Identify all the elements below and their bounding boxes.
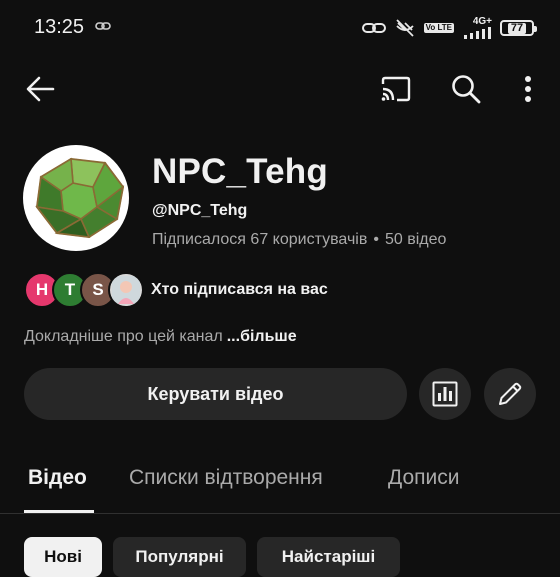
more-vertical-icon	[525, 76, 531, 102]
channel-avatar[interactable]	[23, 145, 129, 251]
link-icon	[95, 22, 111, 30]
tab-playlists[interactable]: Списки відтворення	[129, 466, 323, 490]
status-indicators: Vo LTE 4G+ 77	[361, 14, 537, 42]
vibrate-off-icon	[395, 19, 414, 37]
cast-button[interactable]	[374, 67, 418, 111]
channel-name: NPC_Tehg	[152, 152, 328, 191]
tabs-divider	[0, 513, 560, 514]
chip-popular[interactable]: Популярні	[113, 537, 246, 577]
subscriber-avatars[interactable]: H T S	[24, 272, 144, 308]
pencil-icon	[499, 382, 522, 405]
back-button[interactable]	[18, 67, 62, 111]
more-options-button[interactable]	[506, 67, 550, 111]
subscriber-count: Підписалося 67 користувачів	[152, 231, 368, 248]
tab-posts[interactable]: Дописи	[388, 466, 459, 490]
network-type: 4G+	[472, 16, 492, 27]
video-count: 50 відео	[384, 231, 447, 248]
battery-level: 77	[507, 22, 527, 34]
analytics-icon	[432, 381, 458, 407]
battery-icon: 77	[500, 20, 537, 36]
manage-videos-button[interactable]: Керувати відео	[24, 368, 407, 420]
signal-indicator: 4G+	[462, 17, 492, 39]
signal-bars-icon	[464, 27, 491, 39]
more-link[interactable]: ...більше	[227, 328, 297, 345]
description-text: Докладніше про цей канал	[24, 328, 223, 345]
analytics-button[interactable]	[419, 368, 471, 420]
chip-latest[interactable]: Нові	[24, 537, 102, 577]
channel-handle: @NPC_Tehg	[152, 202, 248, 219]
chip-oldest[interactable]: Найстаріші	[257, 537, 400, 577]
link-status-icon	[361, 23, 386, 33]
tab-videos[interactable]: Відео	[28, 466, 87, 490]
status-time: 13:25	[34, 16, 85, 38]
arrow-left-icon	[26, 76, 55, 102]
channel-stats: Підписалося 67 користувачів • 50 відео	[152, 231, 446, 249]
who-subscribed-link[interactable]: Хто підписався на вас	[151, 281, 328, 299]
search-icon	[452, 75, 481, 104]
search-button[interactable]	[444, 67, 488, 111]
volte-badge: Vo LTE	[423, 23, 454, 33]
dodecahedron-icon	[35, 157, 125, 239]
channel-tabs: Відео Списки відтворення Дописи	[0, 456, 560, 512]
channel-description[interactable]: Докладніше про цей канал ...більше	[24, 328, 297, 346]
person-photo-icon	[112, 276, 140, 304]
subscriber-avatar-photo	[108, 272, 144, 308]
edit-channel-button[interactable]	[484, 368, 536, 420]
stats-separator: •	[373, 231, 379, 248]
cast-icon	[381, 76, 411, 102]
